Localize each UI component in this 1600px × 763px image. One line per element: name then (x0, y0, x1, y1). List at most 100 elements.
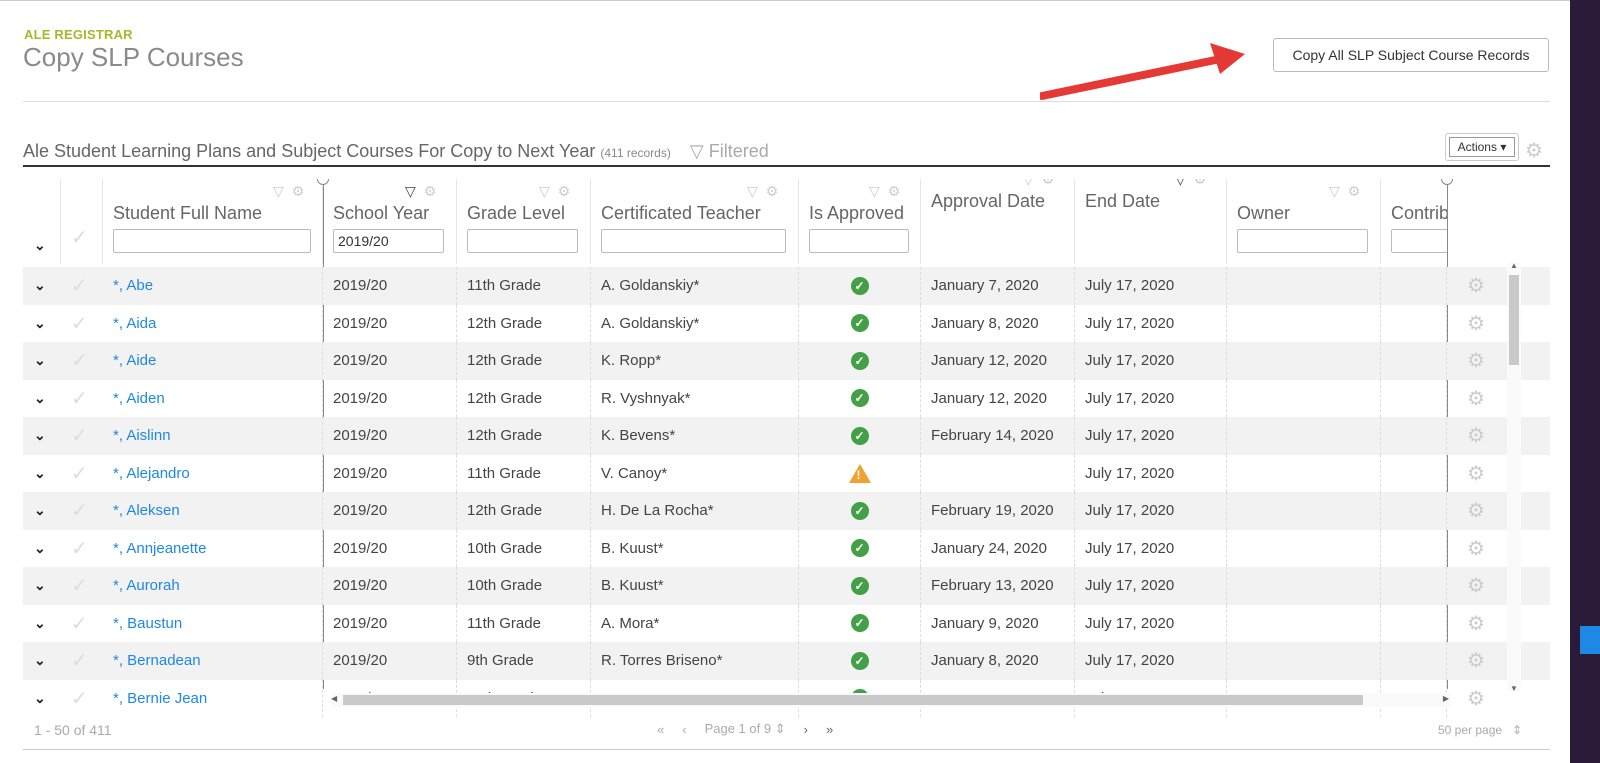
student-name-link[interactable]: *, Aida (103, 304, 323, 342)
row-expand-chevron-icon[interactable]: ⌄ (34, 615, 46, 632)
table-row[interactable]: ⌄ ✓ *, Abe 2019/20 11th Grade A. Goldanskiy* ✓… (23, 267, 1550, 305)
student-name-link[interactable]: *, Abe (103, 267, 323, 305)
row-expand-chevron-icon[interactable]: ⌄ (34, 315, 46, 332)
row-settings-gear-icon[interactable]: ⚙ (1467, 648, 1485, 673)
horizontal-scroll-thumb[interactable] (343, 695, 1363, 705)
per-page-select[interactable]: 50 per page ⇕ (1438, 723, 1522, 737)
column-gear-icon[interactable]: ⚙ (766, 183, 779, 199)
student-name-link[interactable]: *, Alejandro (103, 454, 323, 492)
column-filter-icon[interactable]: ▽ (747, 183, 758, 199)
row-select-check-icon[interactable]: ✓ (71, 273, 88, 298)
student-name-link[interactable]: *, Baustun (103, 604, 323, 642)
table-row[interactable]: ⌄ ✓ *, Aida 2019/20 12th Grade A. Goldanskiy*… (23, 304, 1550, 342)
row-select-check-icon[interactable]: ✓ (71, 311, 88, 336)
column-filter-icon[interactable]: ▽ (869, 183, 880, 199)
row-expand-chevron-icon[interactable]: ⌄ (34, 690, 46, 707)
row-expand-chevron-icon[interactable]: ⌄ (34, 427, 46, 444)
column-gear-icon[interactable]: ⚙ (558, 183, 571, 199)
column-gear-icon[interactable]: ⚙ (1042, 179, 1055, 187)
table-row[interactable]: ⌄ ✓ *, Aiden 2019/20 12th Grade R. Vyshnyak* ✓… (23, 379, 1550, 417)
row-settings-gear-icon[interactable]: ⚙ (1467, 348, 1485, 373)
row-expand-chevron-icon[interactable]: ⌄ (34, 652, 46, 669)
row-expand-chevron-icon[interactable]: ⌄ (34, 390, 46, 407)
table-row[interactable]: ⌄ ✓ *, Aurorah 2019/20 10th Grade B. Kuust* ✓ F… (23, 567, 1550, 605)
prev-page-icon[interactable]: ‹ (682, 722, 686, 737)
row-select-check-icon[interactable]: ✓ (71, 573, 88, 598)
scroll-up-icon[interactable]: ▲ (1510, 261, 1518, 270)
row-settings-gear-icon[interactable]: ⚙ (1467, 311, 1485, 336)
vertical-scrollbar[interactable]: ▲ ▼ (1507, 261, 1521, 693)
row-settings-gear-icon[interactable]: ⚙ (1467, 573, 1485, 598)
table-row[interactable]: ⌄ ✓ *, Aleksen 2019/20 12th Grade H. De La Ro… (23, 492, 1550, 530)
contrib-filter-input[interactable] (1391, 229, 1447, 253)
table-row[interactable]: ⌄ ✓ *, Alejandro 2019/20 11th Grade V. Canoy*… (23, 454, 1550, 492)
row-settings-gear-icon[interactable]: ⚙ (1467, 461, 1485, 486)
student-name-link[interactable]: *, Aurorah (103, 567, 323, 605)
filtered-indicator[interactable]: ▽ Filtered (690, 141, 769, 161)
horizontal-scrollbar[interactable]: ◀ ▶ (330, 693, 1450, 707)
row-expand-chevron-icon[interactable]: ⌄ (34, 502, 46, 519)
student-name-link[interactable]: *, Aislinn (103, 417, 323, 455)
table-row[interactable]: ⌄ ✓ *, Bernadean 2019/20 9th Grade R. Torres … (23, 642, 1550, 680)
school-year-filter-input[interactable] (333, 229, 444, 253)
row-expand-chevron-icon[interactable]: ⌄ (34, 577, 46, 594)
row-select-check-icon[interactable]: ✓ (71, 461, 88, 486)
row-expand-chevron-icon[interactable]: ⌄ (34, 540, 46, 557)
first-page-icon[interactable]: « (657, 722, 664, 737)
last-page-icon[interactable]: » (826, 722, 833, 737)
scroll-left-icon[interactable]: ◀ (331, 694, 337, 703)
column-gear-icon[interactable]: ⚙ (1194, 179, 1207, 187)
select-all-check-icon[interactable]: ✓ (71, 225, 88, 250)
student-name-filter-input[interactable] (113, 229, 311, 253)
column-gear-icon[interactable]: ⚙ (1348, 183, 1361, 199)
scroll-right-icon[interactable]: ▶ (1443, 694, 1449, 703)
student-name-link[interactable]: *, Bernie Jean (103, 679, 323, 717)
column-filter-icon[interactable]: ▽ (539, 183, 550, 199)
student-name-link[interactable]: *, Aleksen (103, 492, 323, 530)
row-expand-chevron-icon[interactable]: ⌄ (34, 277, 46, 294)
row-select-check-icon[interactable]: ✓ (71, 386, 88, 411)
table-row[interactable]: ⌄ ✓ *, Annjeanette 2019/20 10th Grade B. Kuus… (23, 529, 1550, 567)
row-settings-gear-icon[interactable]: ⚙ (1467, 498, 1485, 523)
grid-settings-gear-icon[interactable]: ⚙ (1525, 138, 1543, 163)
copy-all-slp-button[interactable]: Copy All SLP Subject Course Records (1273, 38, 1549, 72)
student-name-link[interactable]: *, Bernadean (103, 642, 323, 680)
student-name-link[interactable]: *, Aide (103, 342, 323, 380)
row-expand-chevron-icon[interactable]: ⌄ (34, 352, 46, 369)
vertical-scroll-thumb[interactable] (1509, 275, 1519, 365)
row-select-check-icon[interactable]: ✓ (71, 611, 88, 636)
student-name-link[interactable]: *, Aiden (103, 379, 323, 417)
table-row[interactable]: ⌄ ✓ *, Aide 2019/20 12th Grade K. Ropp* ✓ Janua… (23, 342, 1550, 380)
column-filter-active-icon[interactable]: ▽ (405, 183, 416, 199)
row-settings-gear-icon[interactable]: ⚙ (1467, 686, 1485, 711)
column-filter-active-icon[interactable]: ▽ (1175, 179, 1186, 187)
teacher-filter-input[interactable] (601, 229, 786, 253)
side-panel-tab[interactable] (1580, 626, 1600, 654)
row-select-check-icon[interactable]: ✓ (71, 423, 88, 448)
column-filter-icon[interactable]: ▽ (1329, 183, 1340, 199)
owner-filter-input[interactable] (1237, 229, 1368, 253)
row-settings-gear-icon[interactable]: ⚙ (1467, 423, 1485, 448)
grade-level-filter-input[interactable] (467, 229, 578, 253)
column-gear-icon[interactable]: ⚙ (292, 183, 305, 199)
row-settings-gear-icon[interactable]: ⚙ (1467, 386, 1485, 411)
scroll-down-icon[interactable]: ▼ (1510, 684, 1518, 693)
row-select-check-icon[interactable]: ✓ (71, 498, 88, 523)
column-gear-icon[interactable]: ⚙ (888, 183, 901, 199)
row-select-check-icon[interactable]: ✓ (71, 648, 88, 673)
row-settings-gear-icon[interactable]: ⚙ (1467, 611, 1485, 636)
expand-all-chevron-icon[interactable]: ⌄ (34, 237, 46, 254)
row-expand-chevron-icon[interactable]: ⌄ (34, 465, 46, 482)
table-row[interactable]: ⌄ ✓ *, Baustun 2019/20 11th Grade A. Mora* ✓ Ja… (23, 604, 1550, 642)
row-select-check-icon[interactable]: ✓ (71, 686, 88, 711)
table-row[interactable]: ⌄ ✓ *, Aislinn 2019/20 12th Grade K. Bevens* ✓… (23, 417, 1550, 455)
column-gear-icon[interactable]: ⚙ (424, 183, 437, 199)
row-select-check-icon[interactable]: ✓ (71, 536, 88, 561)
column-filter-icon[interactable]: ▽ (1023, 179, 1034, 187)
row-select-check-icon[interactable]: ✓ (71, 348, 88, 373)
page-select[interactable]: Page 1 of 9 ⇕ (705, 721, 786, 737)
is-approved-filter-input[interactable] (809, 229, 909, 253)
column-filter-icon[interactable]: ▽ (273, 183, 284, 199)
actions-dropdown-button[interactable]: Actions ▾ (1449, 137, 1515, 157)
next-page-icon[interactable]: › (804, 722, 808, 737)
